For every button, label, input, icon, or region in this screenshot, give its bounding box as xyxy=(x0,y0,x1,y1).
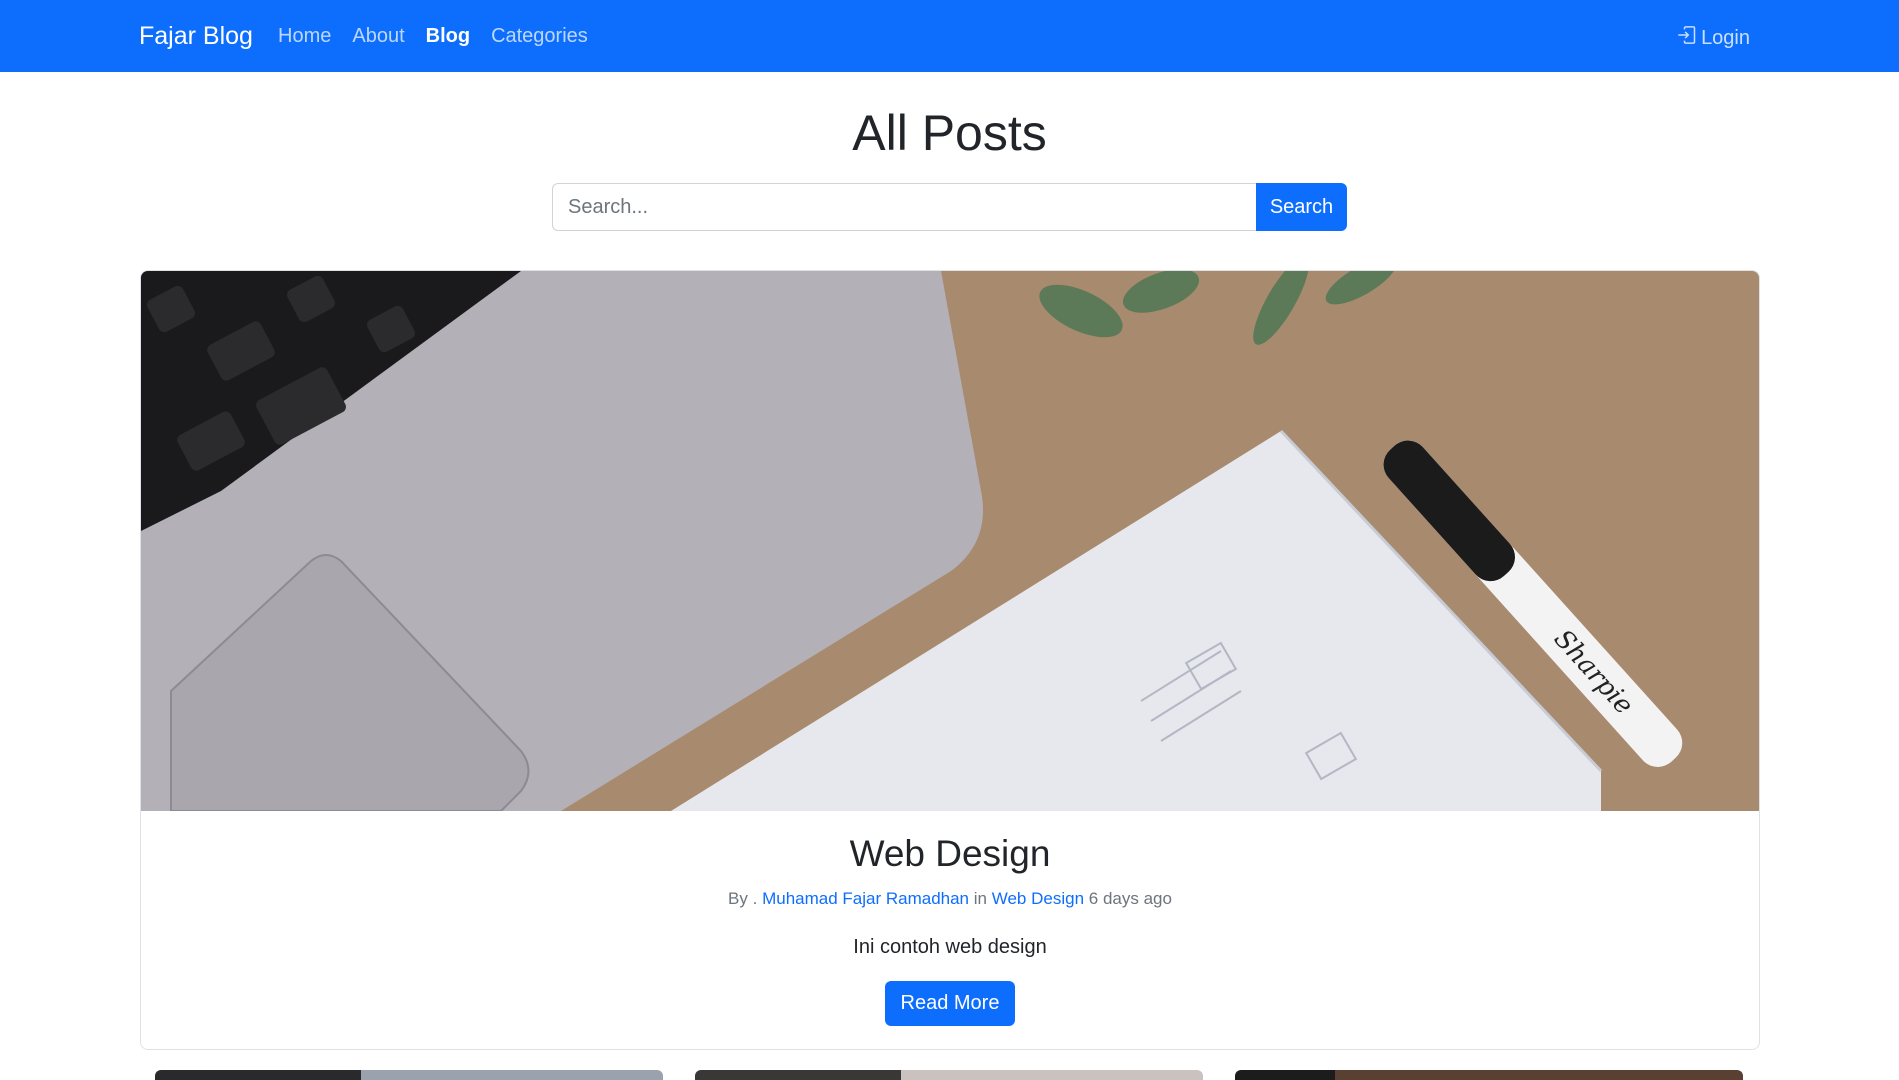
search-input[interactable] xyxy=(552,183,1256,231)
nav-link-about[interactable]: About xyxy=(352,25,404,48)
post-author-link[interactable]: Muhamad Fajar Ramadhan xyxy=(762,889,969,908)
post-card-thumbnail[interactable] xyxy=(1235,1070,1743,1080)
login-link[interactable]: Login xyxy=(1677,25,1750,51)
nav-link-blog[interactable]: Blog xyxy=(426,25,470,48)
post-meta: By . Muhamad Fajar Ramadhan in Web Desig… xyxy=(141,889,1759,909)
read-more-button[interactable]: Read More xyxy=(884,981,1016,1026)
nav-links: Home About Blog Categories xyxy=(278,25,609,48)
post-title: Web Design xyxy=(849,833,1051,874)
search-button[interactable]: Search xyxy=(1256,183,1347,231)
nav-link-home[interactable]: Home xyxy=(278,25,331,48)
post-in-label: in xyxy=(973,889,987,908)
login-icon xyxy=(1677,25,1697,51)
login-label: Login xyxy=(1701,26,1750,49)
search-form: Search xyxy=(552,183,1347,231)
post-by-label: By . xyxy=(728,889,758,908)
post-card-thumbnail[interactable] xyxy=(695,1070,1203,1080)
featured-post-card: Sharpie Web Design By . Muhamad Fajar Ra… xyxy=(140,270,1760,1050)
post-time: 6 days ago xyxy=(1088,889,1172,908)
post-category-link[interactable]: Web Design xyxy=(992,889,1084,908)
navbar: Fajar Blog Home About Blog Categories Lo… xyxy=(0,0,1899,72)
featured-post-body: Web Design By . Muhamad Fajar Ramadhan i… xyxy=(141,833,1759,1026)
post-card-thumbnail[interactable] xyxy=(155,1070,663,1080)
featured-post-image[interactable]: Sharpie xyxy=(141,271,1759,811)
page-title: All Posts xyxy=(852,105,1047,161)
nav-link-categories[interactable]: Categories xyxy=(491,25,588,48)
post-excerpt: Ini contoh web design xyxy=(853,936,1047,958)
brand-logo[interactable]: Fajar Blog xyxy=(139,22,253,51)
